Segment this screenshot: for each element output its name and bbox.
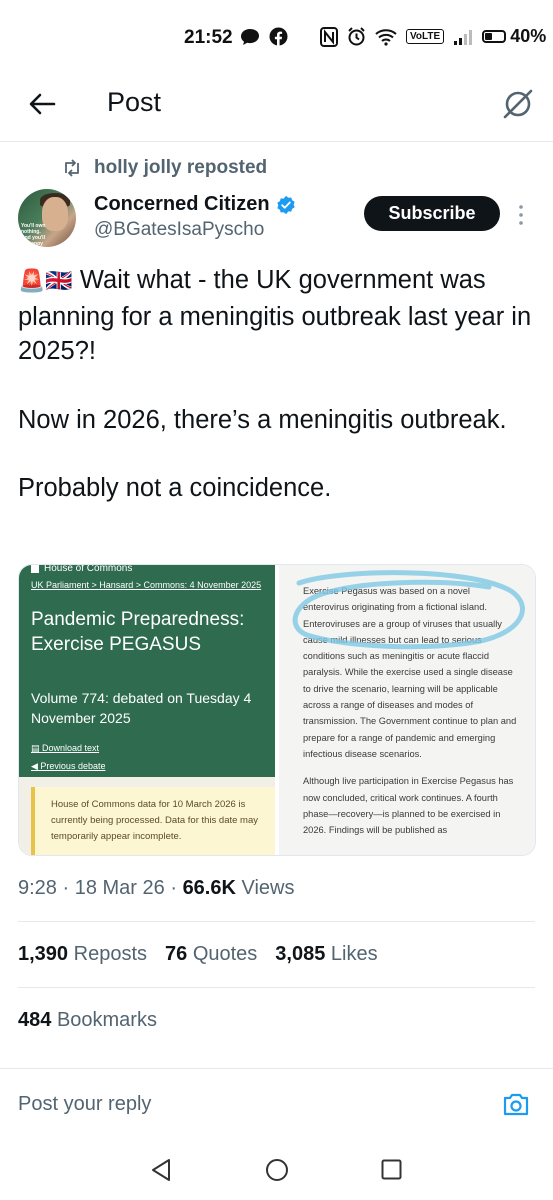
hoc-previous-link: ◀ Previous debate [31,761,106,771]
facebook-icon [269,27,288,46]
chat-bubble-icon [241,28,259,45]
likes-stat[interactable]: 3,085 Likes [275,943,377,966]
battery-indicator: 40% [482,26,546,47]
post-text: 🚨🇬🇧 Wait what - the UK government was pl… [18,263,538,540]
reposts-stat[interactable]: 1,390 Reposts [18,943,147,966]
quotes-stat[interactable]: 76 Quotes [165,943,257,966]
system-nav-bar [0,1140,553,1200]
hoc-download-link: ▤ Download text [31,743,100,753]
media-image-hansard[interactable]: House of Commons UK Parliament > Hansard… [19,565,275,855]
signal-icon [454,29,473,45]
post-header: Post [0,76,553,142]
bookmarks-stat[interactable]: 484 Bookmarks [18,1009,157,1032]
nav-home-icon[interactable] [265,1158,289,1182]
portcullis-icon [31,565,39,573]
highlight-scribble [292,570,525,650]
verified-badge-icon [276,195,295,214]
post-stats: 1,390 Reposts 76 Quotes 3,085 Likes [18,943,378,966]
status-time: 21:52 [184,27,233,48]
volte-indicator: VoLTE [406,29,445,44]
nav-back-icon[interactable] [150,1158,172,1182]
post-text-line1: Wait what - the UK government was planni… [18,266,532,365]
divider [18,921,535,922]
hoc-volume: Volume 774: debated on Tuesday 4 Novembe… [31,690,252,726]
reply-input[interactable]: Post your reply [18,1093,151,1116]
author-name[interactable]: Concerned Citizen [94,193,270,216]
hoc-notice: House of Commons data for 10 March 2026 … [31,787,275,855]
hoc-title: Pandemic Preparedness: Exercise PEGASUS [31,609,245,655]
repost-label[interactable]: holly jolly reposted [94,157,267,179]
avatar-caption: You'll own nothing. And you'll be happy [21,223,46,247]
battery-percent: 40% [510,26,547,46]
post-media[interactable]: House of Commons UK Parliament > Hansard… [18,564,536,856]
views-label: Views [241,877,295,899]
author-handle[interactable]: @BGatesIsaPyscho [94,219,264,241]
nfc-icon [320,26,338,47]
alarm-icon [348,27,365,46]
status-icons: VoLTE 40% [240,26,546,47]
repost-context: holly jolly reposted [62,157,267,179]
battery-icon [482,30,507,43]
more-options-icon[interactable] [516,204,526,226]
hoc-breadcrumb: UK Parliament > Hansard > Commons: 4 Nov… [31,580,262,590]
post-meta: 9:28 · 18 Mar 26 · 66.6K Views [18,877,295,899]
post-text-para3: Probably not a coincidence. [18,474,332,502]
post-text-para2: Now in 2026, there’s a meningitis outbre… [18,405,507,434]
page-title: Post [107,87,162,117]
repost-icon [65,159,79,177]
status-bar: 21:52 VoLTE 40% [0,0,553,76]
post-date: 18 Mar 26 [74,877,165,899]
siren-flag-emojis: 🚨🇬🇧 [18,269,73,294]
camera-icon[interactable] [502,1091,530,1117]
hoc-header: House of Commons [31,565,132,574]
reply-bar: Post your reply [0,1068,553,1140]
grok-icon[interactable] [500,86,536,122]
post-time: 9:28 [18,877,57,899]
views-count: 66.6K [182,877,236,899]
media-image-document[interactable]: Exercise Pegasus was based on a novel en… [279,565,535,855]
nav-recents-icon[interactable] [381,1159,402,1180]
wifi-icon [375,28,397,46]
subscribe-button[interactable]: Subscribe [364,196,500,231]
back-arrow-icon[interactable] [26,88,58,120]
author-name-row[interactable]: Concerned Citizen [94,193,296,216]
divider [18,987,535,988]
avatar[interactable]: You'll own nothing. And you'll be happy [18,189,76,247]
